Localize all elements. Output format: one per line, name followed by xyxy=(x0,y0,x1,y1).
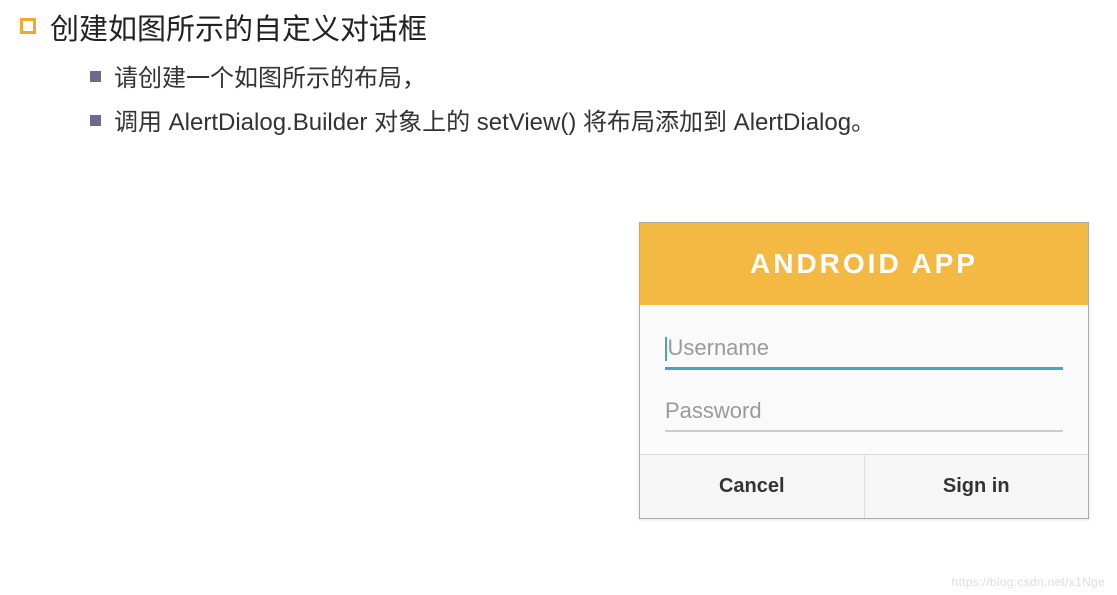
signin-button[interactable]: Sign in xyxy=(865,455,1089,518)
text-cursor-icon xyxy=(665,337,667,361)
dialog-preview: ANDROID APP Username Password Cancel Sig… xyxy=(639,222,1089,519)
dialog-header-title: ANDROID APP xyxy=(750,248,978,280)
username-placeholder: Username xyxy=(665,335,1063,367)
filled-square-bullet-icon xyxy=(90,115,101,126)
sub-item-text: 调用 AlertDialog.Builder 对象上的 setView() 将布… xyxy=(114,105,875,141)
sub-list: 请创建一个如图所示的布局， 调用 AlertDialog.Builder 对象上… xyxy=(90,61,1117,141)
filled-square-bullet-icon xyxy=(90,71,101,82)
input-underline xyxy=(665,430,1063,432)
password-field[interactable]: Password xyxy=(665,398,1063,432)
main-bullet-item: 创建如图所示的自定义对话框 xyxy=(20,10,1117,51)
sub-item-text: 请创建一个如图所示的布局， xyxy=(114,61,426,97)
input-underline-focused xyxy=(665,367,1063,370)
main-title: 创建如图所示的自定义对话框 xyxy=(50,10,427,51)
cancel-button[interactable]: Cancel xyxy=(640,455,865,518)
sub-item: 调用 AlertDialog.Builder 对象上的 setView() 将布… xyxy=(90,105,1117,141)
hollow-square-bullet-icon xyxy=(20,18,36,34)
sub-item: 请创建一个如图所示的布局， xyxy=(90,61,1117,97)
dialog-body: Username Password xyxy=(640,305,1088,454)
watermark: https://blog.csdn.net/x1Nge xyxy=(951,575,1105,589)
dialog-header: ANDROID APP xyxy=(640,223,1088,305)
username-field[interactable]: Username xyxy=(665,335,1063,370)
password-placeholder: Password xyxy=(665,398,1063,430)
dialog-button-row: Cancel Sign in xyxy=(640,454,1088,518)
